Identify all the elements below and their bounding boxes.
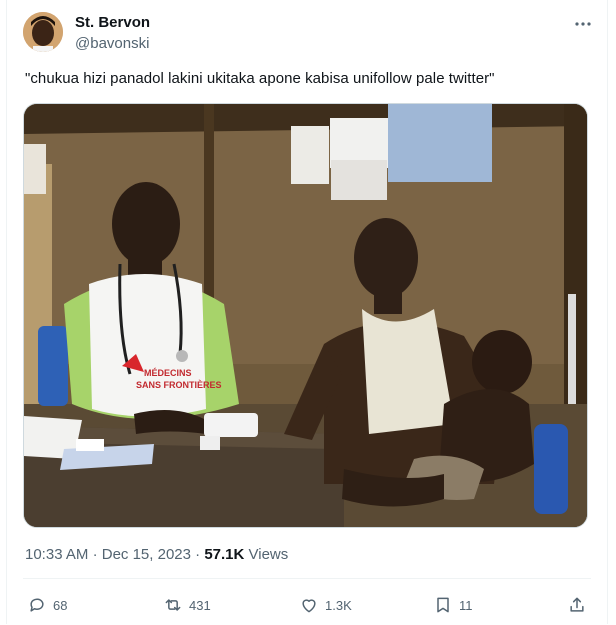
views-count: 57.1K xyxy=(204,546,245,563)
author-avatar[interactable] xyxy=(23,12,63,52)
action-bar: 68 431 1.3K 11 xyxy=(23,592,591,618)
share-icon xyxy=(570,597,584,612)
bookmark-count: 11 xyxy=(459,597,473,613)
bookmark-icon xyxy=(437,597,449,613)
repost-count: 431 xyxy=(189,597,211,613)
like-icon xyxy=(302,599,316,613)
repost-button[interactable]: 431 xyxy=(163,592,211,618)
meta-separator: · xyxy=(195,546,201,563)
like-count: 1.3K xyxy=(325,597,352,613)
like-button[interactable]: 1.3K xyxy=(299,592,352,618)
share-button[interactable] xyxy=(567,592,587,618)
reply-button[interactable]: 68 xyxy=(27,592,67,618)
repost-icon xyxy=(165,599,181,611)
tweet-time[interactable]: 10:33 AM xyxy=(25,546,88,563)
tweet-photo[interactable]: MÉDECINS SANS FRONTIÈRES xyxy=(23,103,588,528)
bookmark-button[interactable]: 11 xyxy=(433,592,473,618)
more-icon[interactable] xyxy=(573,14,593,34)
author-name[interactable]: St. Bervon xyxy=(75,14,150,31)
vest-text-line1: MÉDECINS xyxy=(144,368,192,378)
views-label: Views xyxy=(248,546,289,563)
tweet-meta: 10:33 AM · Dec 15, 2023 · 57.1K Views xyxy=(25,546,288,563)
tweet-text: "chukua hizi panadol lakini ukitaka apon… xyxy=(25,70,495,87)
reply-count: 68 xyxy=(53,597,68,613)
tweet-card: St. Bervon @bavonski "chukua hizi panado… xyxy=(6,0,608,624)
reply-icon xyxy=(30,598,44,612)
divider xyxy=(23,578,591,579)
tweet-date[interactable]: Dec 15, 2023 xyxy=(102,546,191,563)
vest-text-line2: SANS FRONTIÈRES xyxy=(136,380,222,390)
author-handle[interactable]: @bavonski xyxy=(75,35,149,52)
meta-separator: · xyxy=(92,546,98,563)
clinic-scene-illustration: MÉDECINS SANS FRONTIÈRES xyxy=(24,104,587,527)
